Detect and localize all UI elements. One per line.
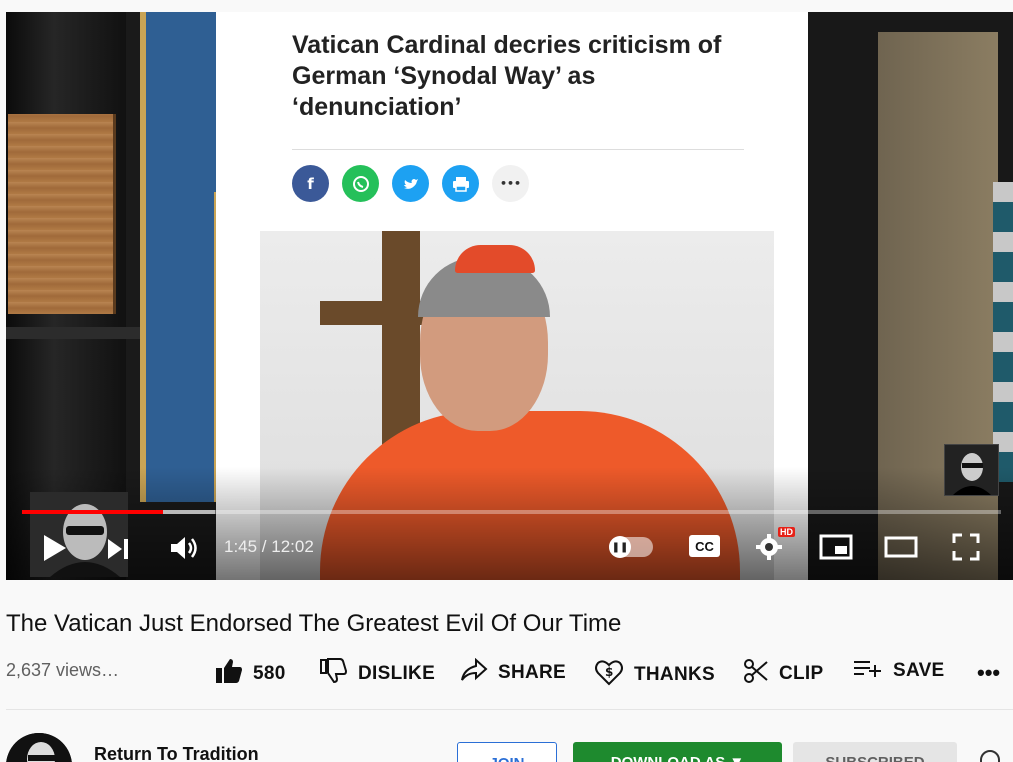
- add-to-playlist-icon: [853, 658, 883, 684]
- progress-bar[interactable]: [22, 510, 1001, 514]
- like-count: 580: [253, 663, 286, 684]
- like-button[interactable]: 580: [215, 658, 286, 690]
- article-headline: Vatican Cardinal decries criticism of Ge…: [292, 31, 722, 121]
- more-actions-icon[interactable]: •••: [977, 660, 1000, 686]
- thanks-button[interactable]: $ THANKS: [594, 658, 715, 692]
- share-arrow-icon: [460, 657, 488, 688]
- scissors-icon: [743, 658, 769, 690]
- theater-mode-icon[interactable]: [883, 535, 919, 559]
- clip-button[interactable]: CLIP: [743, 658, 823, 690]
- thumbs-up-icon: [215, 658, 243, 690]
- heart-dollar-icon: $: [594, 658, 624, 692]
- time-display: 1:45 / 12:02: [224, 537, 314, 556]
- whatsapp-icon: [342, 165, 379, 202]
- bell-icon[interactable]: [980, 750, 1000, 762]
- thumbs-down-icon: [320, 658, 348, 690]
- join-button[interactable]: JOIN: [457, 742, 557, 762]
- channel-name[interactable]: Return To Tradition: [94, 744, 259, 762]
- fullscreen-icon[interactable]: [951, 532, 981, 562]
- share-button[interactable]: SHARE: [460, 657, 567, 688]
- view-count[interactable]: 2,637 views…: [6, 660, 119, 681]
- miniplayer-icon[interactable]: [818, 533, 854, 561]
- article-share-row: f •••: [292, 165, 529, 202]
- pause-icon: ❚❚: [609, 536, 631, 558]
- thanks-label: THANKS: [634, 664, 715, 685]
- controls-overlay: [6, 467, 1013, 580]
- twitter-icon: [392, 165, 429, 202]
- volume-icon[interactable]: [168, 533, 200, 563]
- svg-text:$: $: [605, 665, 614, 679]
- clip-label: CLIP: [779, 663, 824, 684]
- captions-button[interactable]: CC: [689, 535, 720, 557]
- facebook-icon: f: [292, 165, 329, 202]
- autoplay-toggle[interactable]: ❚❚: [609, 536, 653, 558]
- video-title: The Vatican Just Endorsed The Greatest E…: [6, 610, 622, 637]
- share-label: SHARE: [498, 662, 567, 683]
- play-icon[interactable]: [40, 533, 70, 563]
- next-icon[interactable]: [104, 535, 132, 563]
- progress-played: [22, 510, 163, 514]
- save-label: SAVE: [893, 660, 945, 681]
- dislike-button[interactable]: DISLIKE: [320, 658, 435, 690]
- divider: [292, 149, 744, 150]
- more-icon: •••: [492, 165, 529, 202]
- watermark-thumbnail: [944, 444, 999, 496]
- divider: [6, 709, 1013, 710]
- download-button[interactable]: DOWNLOAD AS ▼: [573, 742, 782, 762]
- dislike-label: DISLIKE: [358, 663, 436, 684]
- save-button[interactable]: SAVE: [853, 658, 945, 684]
- hd-badge: HD: [778, 527, 795, 537]
- print-icon: [442, 165, 479, 202]
- avatar[interactable]: [6, 733, 72, 762]
- video-player[interactable]: Vatican Cardinal decries criticism of Ge…: [6, 12, 1013, 580]
- subscribed-button[interactable]: SUBSCRIBED: [793, 742, 957, 762]
